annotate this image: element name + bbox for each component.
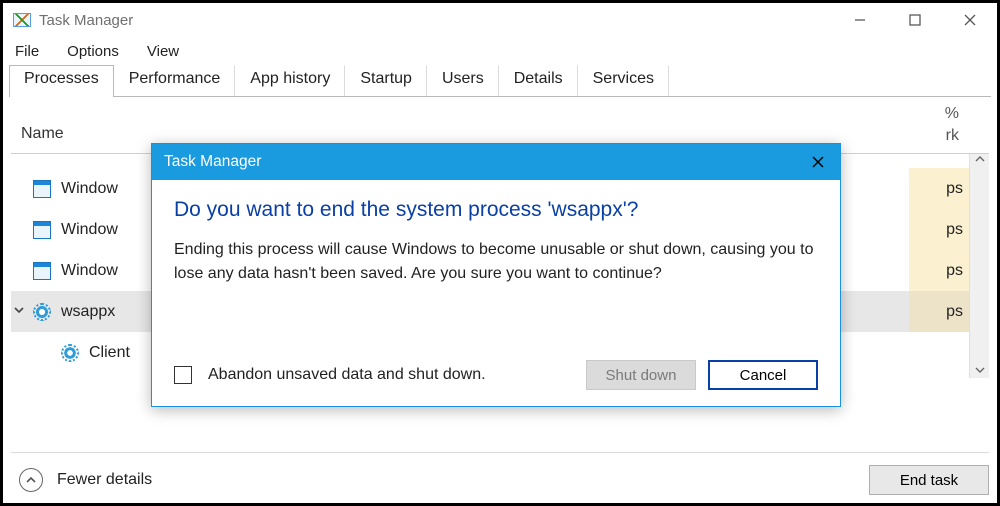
tab-services[interactable]: Services: [578, 65, 669, 97]
menu-file[interactable]: File: [15, 43, 39, 60]
dialog-titlebar: Task Manager: [152, 144, 840, 180]
dialog-actions: Abandon unsaved data and shut down. Shut…: [174, 360, 818, 390]
tabstrip-border: [9, 96, 991, 97]
footer: Fewer details End task: [11, 452, 989, 495]
process-name: Window: [61, 180, 118, 198]
abandon-checkbox[interactable]: [174, 366, 192, 384]
process-name: Window: [61, 221, 118, 239]
dialog-title: Task Manager: [164, 153, 261, 171]
process-value: ps: [909, 291, 969, 332]
column-name[interactable]: Name: [21, 125, 989, 143]
cancel-button[interactable]: Cancel: [708, 360, 818, 390]
window-controls: [832, 3, 997, 37]
tab-performance[interactable]: Performance: [114, 65, 236, 97]
scrollbar-vertical[interactable]: [969, 154, 989, 378]
chevron-down-icon[interactable]: [13, 303, 27, 321]
window-icon: [33, 221, 51, 239]
menu-options[interactable]: Options: [67, 43, 119, 60]
chevron-up-circle-icon: [19, 468, 43, 492]
process-name: wsappx: [61, 303, 115, 321]
tab-details[interactable]: Details: [499, 65, 578, 97]
process-value: ps: [909, 209, 969, 250]
dialog-close-button[interactable]: [796, 144, 840, 180]
menubar: File Options View: [3, 37, 997, 65]
process-name: Window: [61, 262, 118, 280]
dialog-headline: Do you want to end the system process 'w…: [174, 198, 818, 222]
abandon-checkbox-label: Abandon unsaved data and shut down.: [208, 366, 486, 384]
close-button[interactable]: [942, 3, 997, 37]
process-name: Client: [89, 344, 130, 362]
column-right[interactable]: % rk: [945, 103, 959, 147]
gear-icon: [61, 344, 79, 362]
window-icon: [33, 262, 51, 280]
gear-icon: [33, 303, 51, 321]
scroll-down-icon[interactable]: [975, 365, 985, 378]
window-icon: [33, 180, 51, 198]
titlebar: Task Manager: [3, 3, 997, 37]
maximize-button[interactable]: [887, 3, 942, 37]
tab-processes[interactable]: Processes: [9, 65, 114, 97]
minimize-button[interactable]: [832, 3, 887, 37]
tabstrip: Processes Performance App history Startu…: [3, 65, 997, 97]
fewer-details-toggle[interactable]: Fewer details: [19, 468, 152, 492]
menu-view[interactable]: View: [147, 43, 179, 60]
tab-users[interactable]: Users: [427, 65, 499, 97]
end-task-button[interactable]: End task: [869, 465, 989, 495]
process-value: ps: [909, 250, 969, 291]
process-value: ps: [909, 168, 969, 209]
shut-down-button[interactable]: Shut down: [586, 360, 696, 390]
app-icon: [13, 13, 31, 27]
dialog-message: Ending this process will cause Windows t…: [174, 238, 818, 286]
fewer-details-label: Fewer details: [57, 471, 152, 489]
dialog-body: Do you want to end the system process 'w…: [152, 180, 840, 296]
scroll-up-icon[interactable]: [975, 154, 985, 167]
tab-startup[interactable]: Startup: [345, 65, 427, 97]
window-title: Task Manager: [39, 12, 133, 29]
confirm-dialog: Task Manager Do you want to end the syst…: [151, 143, 841, 407]
tab-app-history[interactable]: App history: [235, 65, 345, 97]
